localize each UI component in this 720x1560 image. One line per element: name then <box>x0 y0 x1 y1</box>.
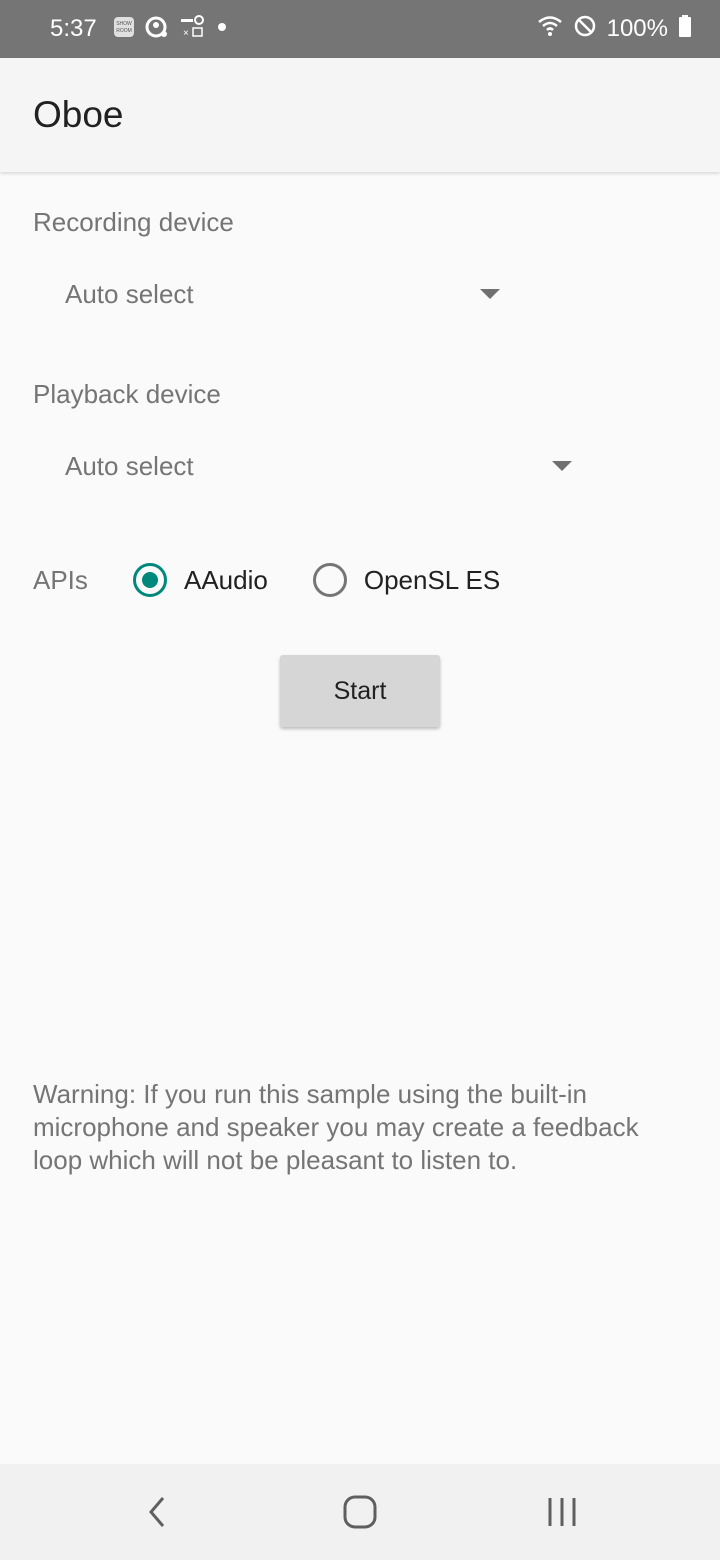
radio-checked-icon[interactable] <box>133 563 167 597</box>
start-button[interactable]: Start <box>280 655 440 727</box>
radio-aaudio[interactable]: AAudio <box>133 563 268 597</box>
recording-device-label: Recording device <box>33 207 234 237</box>
showroom-icon: SHOW ROOM <box>113 16 135 43</box>
playback-device-label: Playback device <box>33 379 221 409</box>
battery-icon <box>678 14 692 45</box>
app-title: Oboe <box>33 94 124 135</box>
home-button[interactable] <box>312 1464 408 1560</box>
recording-device-value: Auto select <box>65 278 194 309</box>
status-bar: 5:37 SHOW ROOM × 100% <box>0 0 720 58</box>
svg-text:SHOW: SHOW <box>116 21 132 27</box>
home-icon <box>343 1495 377 1529</box>
radio-unchecked-icon[interactable] <box>312 563 347 597</box>
playback-device-spinner[interactable]: Auto select <box>33 436 593 496</box>
navigation-bar <box>0 1464 720 1560</box>
back-button[interactable] <box>110 1464 206 1560</box>
svg-text:×: × <box>183 28 189 39</box>
svg-text:ROOM: ROOM <box>116 28 132 34</box>
dropdown-arrow-icon <box>552 461 572 471</box>
api-radio-group: AAudio OpenSL ES <box>133 563 500 597</box>
assistant-icon <box>145 15 169 44</box>
back-icon <box>149 1497 165 1527</box>
battery-text: 100% <box>606 15 668 42</box>
status-notification-icons: SHOW ROOM × <box>113 14 229 44</box>
wifi-icon <box>537 14 563 45</box>
do-not-disturb-icon <box>573 14 597 45</box>
status-system-icons: 100% <box>537 14 692 45</box>
dropdown-arrow-icon <box>480 289 500 299</box>
status-time: 5:37 <box>50 15 97 42</box>
keys-icon: × <box>179 14 205 44</box>
recents-icon <box>548 1498 576 1526</box>
apis-label: APIs <box>33 564 88 595</box>
playback-device-value: Auto select <box>65 450 194 481</box>
radio-opensl-es-label: OpenSL ES <box>363 564 501 595</box>
recents-button[interactable] <box>514 1464 610 1560</box>
recording-device-spinner[interactable]: Auto select <box>33 264 513 324</box>
dot-icon <box>215 20 229 39</box>
apis-row: APIs AAudio OpenSL ES <box>33 555 500 605</box>
app-bar: Oboe <box>0 58 720 172</box>
warning-text: Warning: If you run this sample using th… <box>33 1079 639 1175</box>
radio-aaudio-label: AAudio <box>184 564 268 595</box>
radio-opensl-es[interactable]: OpenSL ES <box>312 563 501 597</box>
